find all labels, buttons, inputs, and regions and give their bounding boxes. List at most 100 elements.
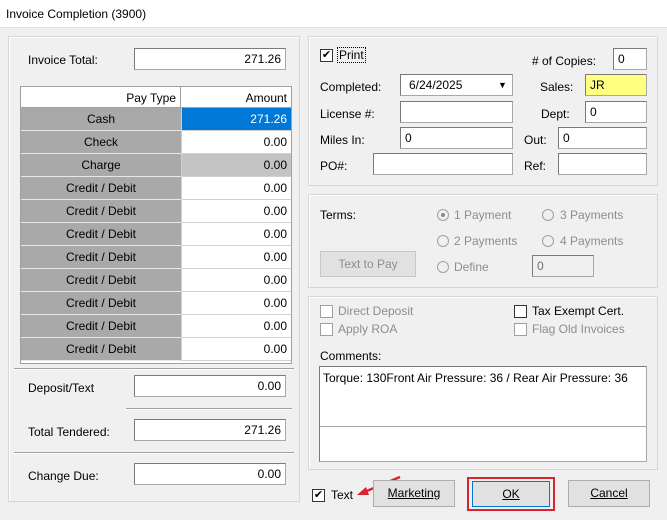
invoice-total-field: 271.26: [134, 48, 286, 70]
amount-cell[interactable]: 0.00: [181, 246, 291, 269]
completed-label: Completed:: [320, 80, 382, 94]
pay-type-cell: Cash: [21, 108, 181, 131]
marketing-button-label: Marketing: [387, 486, 441, 500]
change-due-field: 0.00: [134, 463, 286, 485]
terms-define-radio[interactable]: [437, 261, 449, 273]
pay-type-cell: Credit / Debit: [21, 292, 181, 315]
terms-3-payments-radio[interactable]: [542, 209, 554, 221]
ref-label: Ref:: [524, 159, 547, 173]
pay-row-credit-debit[interactable]: Credit / Debit 0.00: [21, 338, 291, 361]
terms-1-payment-label: 1 Payment: [454, 208, 512, 222]
pay-type-cell: Check: [21, 131, 181, 154]
miles-in-label: Miles In:: [320, 133, 365, 147]
invoice-total-label: Invoice Total:: [28, 53, 98, 67]
text-to-pay-button[interactable]: Text to Pay: [320, 251, 416, 277]
po-field[interactable]: [373, 153, 513, 175]
amount-cell[interactable]: 0.00: [181, 177, 291, 200]
flag-old-invoices-checkbox[interactable]: [514, 323, 527, 336]
pay-type-cell: Charge: [21, 154, 181, 177]
tax-exempt-label: Tax Exempt Cert.: [532, 304, 625, 318]
chevron-down-icon[interactable]: ▼: [494, 76, 511, 94]
pay-row-credit-debit[interactable]: Credit / Debit 0.00: [21, 292, 291, 315]
pay-row-credit-debit[interactable]: Credit / Debit 0.00: [21, 177, 291, 200]
direct-deposit-checkbox[interactable]: [320, 305, 333, 318]
cancel-button-label: Cancel: [590, 486, 628, 500]
divider: [14, 452, 294, 454]
amount-header[interactable]: Amount: [181, 87, 291, 108]
terms-1-payment-radio[interactable]: [437, 209, 449, 221]
amount-cell[interactable]: 0.00: [181, 315, 291, 338]
pay-type-cell: Credit / Debit: [21, 338, 181, 361]
license-label: License #:: [320, 107, 375, 121]
text-label[interactable]: Text: [331, 488, 353, 502]
pay-row-credit-debit[interactable]: Credit / Debit 0.00: [21, 246, 291, 269]
apply-roa-checkbox[interactable]: [320, 323, 333, 336]
amount-cell[interactable]: 0.00: [181, 338, 291, 361]
amount-cell[interactable]: 0.00: [181, 131, 291, 154]
cancel-button[interactable]: Cancel: [568, 480, 650, 507]
divider: [14, 368, 294, 370]
title-bar: Invoice Completion (3900): [0, 0, 667, 28]
print-checkbox[interactable]: ✔: [320, 49, 333, 62]
miles-in-field[interactable]: 0: [400, 127, 513, 149]
terms-3-payments-label: 3 Payments: [560, 208, 624, 222]
copies-field[interactable]: 0: [613, 48, 647, 70]
terms-4-payments-label: 4 Payments: [560, 234, 624, 248]
tax-exempt-checkbox[interactable]: [514, 305, 527, 318]
pay-type-cell: Credit / Debit: [21, 246, 181, 269]
pay-row-cash[interactable]: Cash 271.26: [21, 108, 291, 131]
completed-date-value: 6/24/2025: [409, 78, 463, 92]
sales-field[interactable]: JR: [585, 74, 647, 96]
terms-2-payments-radio[interactable]: [437, 235, 449, 247]
amount-cell[interactable]: 0.00: [181, 200, 291, 223]
terms-2-payments-label: 2 Payments: [454, 234, 518, 248]
apply-roa-label: Apply ROA: [338, 322, 398, 336]
miles-out-field[interactable]: 0: [558, 127, 647, 149]
dept-label: Dept:: [541, 107, 570, 121]
pay-row-check[interactable]: Check 0.00: [21, 131, 291, 154]
window-title: Invoice Completion (3900): [6, 7, 147, 21]
terms-define-field[interactable]: 0: [532, 255, 594, 277]
direct-deposit-label: Direct Deposit: [338, 304, 414, 318]
sales-label: Sales:: [540, 80, 574, 94]
ok-button-label: OK: [502, 487, 520, 501]
total-tendered-field: 271.26: [134, 419, 286, 441]
terms-label: Terms:: [320, 208, 356, 222]
amount-cell[interactable]: 0.00: [181, 269, 291, 292]
pay-type-cell: Credit / Debit: [21, 223, 181, 246]
comments-divider: [320, 426, 646, 427]
amount-cell[interactable]: 271.26: [181, 108, 291, 131]
pay-type-header[interactable]: Pay Type: [21, 87, 181, 108]
amount-cell[interactable]: 0.00: [181, 223, 291, 246]
completed-date-picker[interactable]: 6/24/2025 ▼: [400, 74, 513, 96]
pay-type-table[interactable]: Pay Type Amount Cash 271.26 Check 0.00 C…: [20, 86, 292, 364]
text-checkbox[interactable]: ✔: [312, 489, 325, 502]
pay-row-credit-debit[interactable]: Credit / Debit 0.00: [21, 200, 291, 223]
pay-type-cell: Credit / Debit: [21, 177, 181, 200]
license-field[interactable]: [400, 101, 513, 123]
ref-field[interactable]: [558, 153, 647, 175]
pay-row-credit-debit[interactable]: Credit / Debit 0.00: [21, 269, 291, 292]
miles-out-label: Out:: [524, 133, 547, 147]
comments-text: Torque: 130Front Air Pressure: 36 / Rear…: [323, 371, 628, 385]
pay-type-cell: Credit / Debit: [21, 269, 181, 292]
pay-table-header: Pay Type Amount: [21, 87, 291, 108]
terms-4-payments-radio[interactable]: [542, 235, 554, 247]
dept-field[interactable]: 0: [585, 101, 647, 123]
pay-row-charge[interactable]: Charge 0.00: [21, 154, 291, 177]
divider: [126, 408, 292, 410]
ok-button[interactable]: OK: [472, 481, 550, 507]
marketing-button[interactable]: Marketing: [373, 480, 455, 507]
pay-row-credit-debit[interactable]: Credit / Debit 0.00: [21, 315, 291, 338]
pay-row-credit-debit[interactable]: Credit / Debit 0.00: [21, 223, 291, 246]
comments-textarea[interactable]: Torque: 130Front Air Pressure: 36 / Rear…: [319, 366, 647, 462]
pay-type-cell: Credit / Debit: [21, 200, 181, 223]
po-label: PO#:: [320, 159, 348, 173]
flag-old-invoices-label: Flag Old Invoices: [532, 322, 625, 336]
amount-cell[interactable]: 0.00: [181, 292, 291, 315]
comments-label: Comments:: [320, 349, 382, 363]
terms-define-label: Define: [454, 260, 489, 274]
deposit-text-field[interactable]: 0.00: [134, 375, 286, 397]
print-label[interactable]: Print: [337, 47, 366, 63]
amount-cell[interactable]: 0.00: [181, 154, 291, 177]
